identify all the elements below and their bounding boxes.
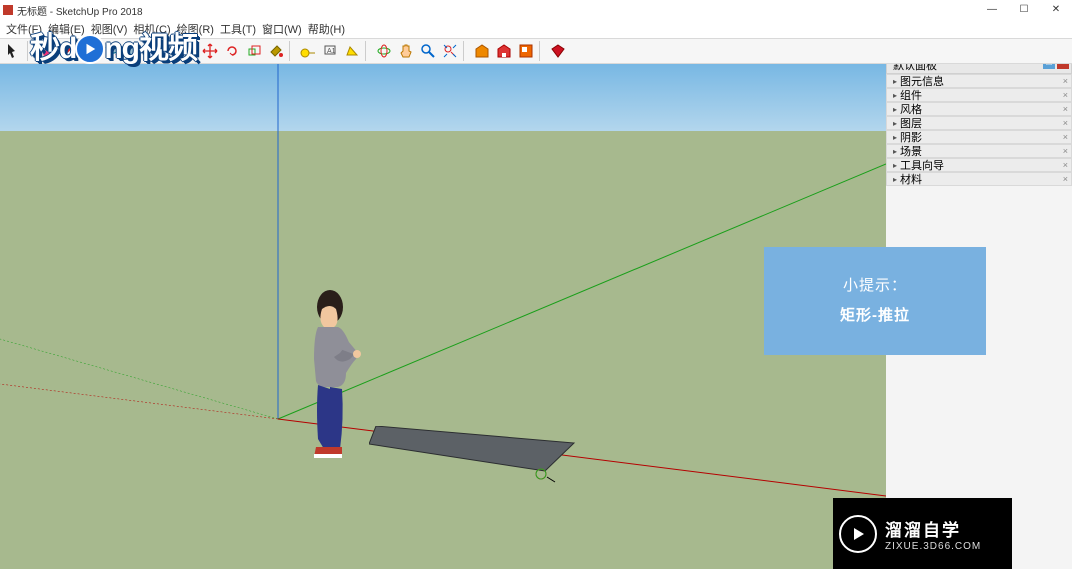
zoom-tool[interactable] [418, 41, 438, 61]
app-icon [3, 5, 13, 15]
footer-watermark-text: 溜溜自学 ZIXUE.3D66.COM [885, 516, 981, 552]
ruby-tool[interactable] [548, 41, 568, 61]
pan-tool[interactable] [396, 41, 416, 61]
rotate-tool[interactable] [222, 41, 242, 61]
panel-label: 材料 [900, 171, 922, 187]
panel-close-icon[interactable]: × [1063, 104, 1068, 114]
maximize-button[interactable]: ☐ [1008, 0, 1040, 18]
scale-tool[interactable] [244, 41, 264, 61]
menu-help[interactable]: 帮助(H) [306, 20, 347, 38]
axis-red-neg [0, 384, 278, 419]
panel-close-icon[interactable]: × [1063, 174, 1068, 184]
tape-measure-tool[interactable] [298, 41, 318, 61]
extension-warehouse-tool[interactable] [494, 41, 514, 61]
footer-cn: 溜溜自学 [885, 516, 981, 541]
zoom-extents-tool[interactable] [440, 41, 460, 61]
video-watermark: 秒d ng视频 [30, 34, 197, 64]
minimize-button[interactable]: — [976, 0, 1008, 18]
video-watermark-text-a: 秒d [30, 34, 76, 64]
orbit-tool[interactable] [374, 41, 394, 61]
panel-instructor[interactable]: 工具向导× [886, 158, 1072, 172]
panel-entity-info[interactable]: 图元信息× [886, 74, 1072, 88]
panel-materials[interactable]: 材料 × [886, 172, 1072, 186]
viewport[interactable] [0, 54, 886, 569]
video-watermark-text-b: ng视频 [104, 34, 197, 64]
panel-close-icon[interactable]: × [1063, 90, 1068, 100]
window-controls: — ☐ ✕ [976, 0, 1072, 18]
footer-en: ZIXUE.3D66.COM [885, 541, 981, 552]
toolbar-separator [463, 41, 469, 61]
tip-box: 小提示： 矩形-推拉 [764, 247, 986, 355]
play-icon [75, 34, 105, 64]
panel-close-icon[interactable]: × [1063, 146, 1068, 156]
menu-window[interactable]: 窗口(W) [260, 20, 304, 38]
panel-close-icon[interactable]: × [1063, 160, 1068, 170]
axis-green-neg [0, 339, 278, 419]
panel-close-icon[interactable]: × [1063, 118, 1068, 128]
toolbar-separator [539, 41, 545, 61]
toolbar-separator [365, 41, 371, 61]
layout-tool[interactable] [516, 41, 536, 61]
text-tool[interactable]: A1 [320, 41, 340, 61]
paint-bucket-tool[interactable] [266, 41, 286, 61]
panel-close-icon[interactable]: × [1063, 132, 1068, 142]
select-tool[interactable] [4, 41, 24, 61]
panel-styles[interactable]: 风格× [886, 102, 1072, 116]
panel-layers[interactable]: 图层× [886, 116, 1072, 130]
close-button[interactable]: ✕ [1040, 0, 1072, 18]
panel-scenes[interactable]: 场景× [886, 144, 1072, 158]
panel-close-icon[interactable]: × [1063, 76, 1068, 86]
move-tool[interactable] [200, 41, 220, 61]
title-bar: 无标题 - SketchUp Pro 2018 — ☐ ✕ [0, 0, 1072, 20]
tip-head: 小提示： [784, 271, 966, 301]
svg-text:A1: A1 [327, 48, 336, 55]
ground-rectangle [369, 426, 589, 496]
footer-watermark: 溜溜自学 ZIXUE.3D66.COM [833, 498, 1012, 569]
toolbar-separator [289, 41, 295, 61]
menu-tools[interactable]: 工具(T) [218, 20, 258, 38]
window-title: 无标题 - SketchUp Pro 2018 [17, 3, 143, 18]
protractor-tool[interactable] [342, 41, 362, 61]
scale-figure [300, 289, 370, 464]
panel-shadows[interactable]: 阴影× [886, 130, 1072, 144]
tip-body: 矩形-推拉 [784, 301, 966, 331]
warehouse-tool[interactable] [472, 41, 492, 61]
play-circle-icon [839, 515, 877, 553]
panel-components[interactable]: 组件× [886, 88, 1072, 102]
